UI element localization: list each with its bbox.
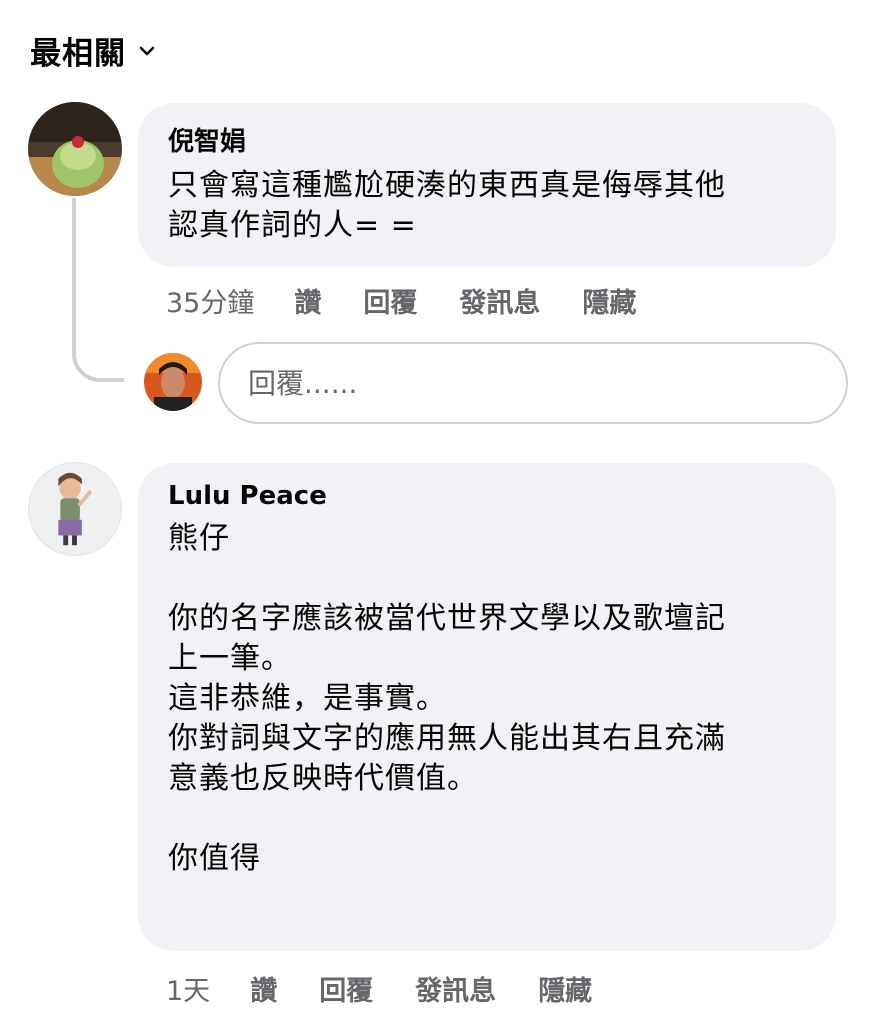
thread-connector-line	[72, 198, 124, 382]
reply-button[interactable]: 回覆	[363, 281, 417, 320]
comment-author[interactable]: 倪智娟	[168, 121, 808, 158]
hide-button[interactable]: 隱藏	[582, 281, 636, 320]
avatar[interactable]	[28, 102, 122, 196]
comment-author[interactable]: Lulu Peace	[168, 481, 808, 511]
sort-label: 最相關	[30, 36, 126, 72]
message-button[interactable]: 發訊息	[459, 281, 540, 320]
comment-text: 只會寫這種尷尬硬湊的東西真是侮辱其他 認真作詞的人= =	[168, 168, 726, 243]
sort-dropdown[interactable]: 最相關	[30, 28, 158, 73]
hide-button[interactable]: 隱藏	[538, 969, 592, 1008]
reply-input[interactable]	[246, 365, 846, 401]
comment-bubble: 倪智娟 只會寫這種尷尬硬湊的東西真是侮辱其他 認真作詞的人= =	[138, 103, 836, 267]
avatar-cartoon	[58, 472, 92, 546]
comment-timestamp[interactable]: 1天	[166, 969, 210, 1008]
chevron-down-icon	[139, 46, 155, 55]
reply-button[interactable]: 回覆	[319, 969, 373, 1008]
comment-text: 熊仔 你的名字應該被當代世界文學以及歌壇記 上一筆。 這非恭維，是事實。 你對詞…	[168, 521, 726, 876]
comment-actions: 1天 讚 回覆 發訊息 隱藏	[166, 969, 634, 1008]
comment-bubble: Lulu Peace 熊仔 你的名字應該被當代世界文學以及歌壇記 上一筆。 這非…	[138, 463, 836, 951]
current-user-avatar[interactable]	[144, 353, 202, 411]
like-button[interactable]: 讚	[294, 281, 321, 320]
comment-actions: 35分鐘 讚 回覆 發訊息 隱藏	[166, 281, 678, 320]
comment-timestamp[interactable]: 35分鐘	[166, 281, 254, 320]
reply-input-box[interactable]	[218, 342, 848, 424]
like-button[interactable]: 讚	[250, 969, 277, 1008]
avatar[interactable]	[28, 462, 122, 556]
avatar-photo	[28, 102, 122, 196]
message-button[interactable]: 發訊息	[415, 969, 496, 1008]
avatar-photo	[144, 353, 202, 411]
